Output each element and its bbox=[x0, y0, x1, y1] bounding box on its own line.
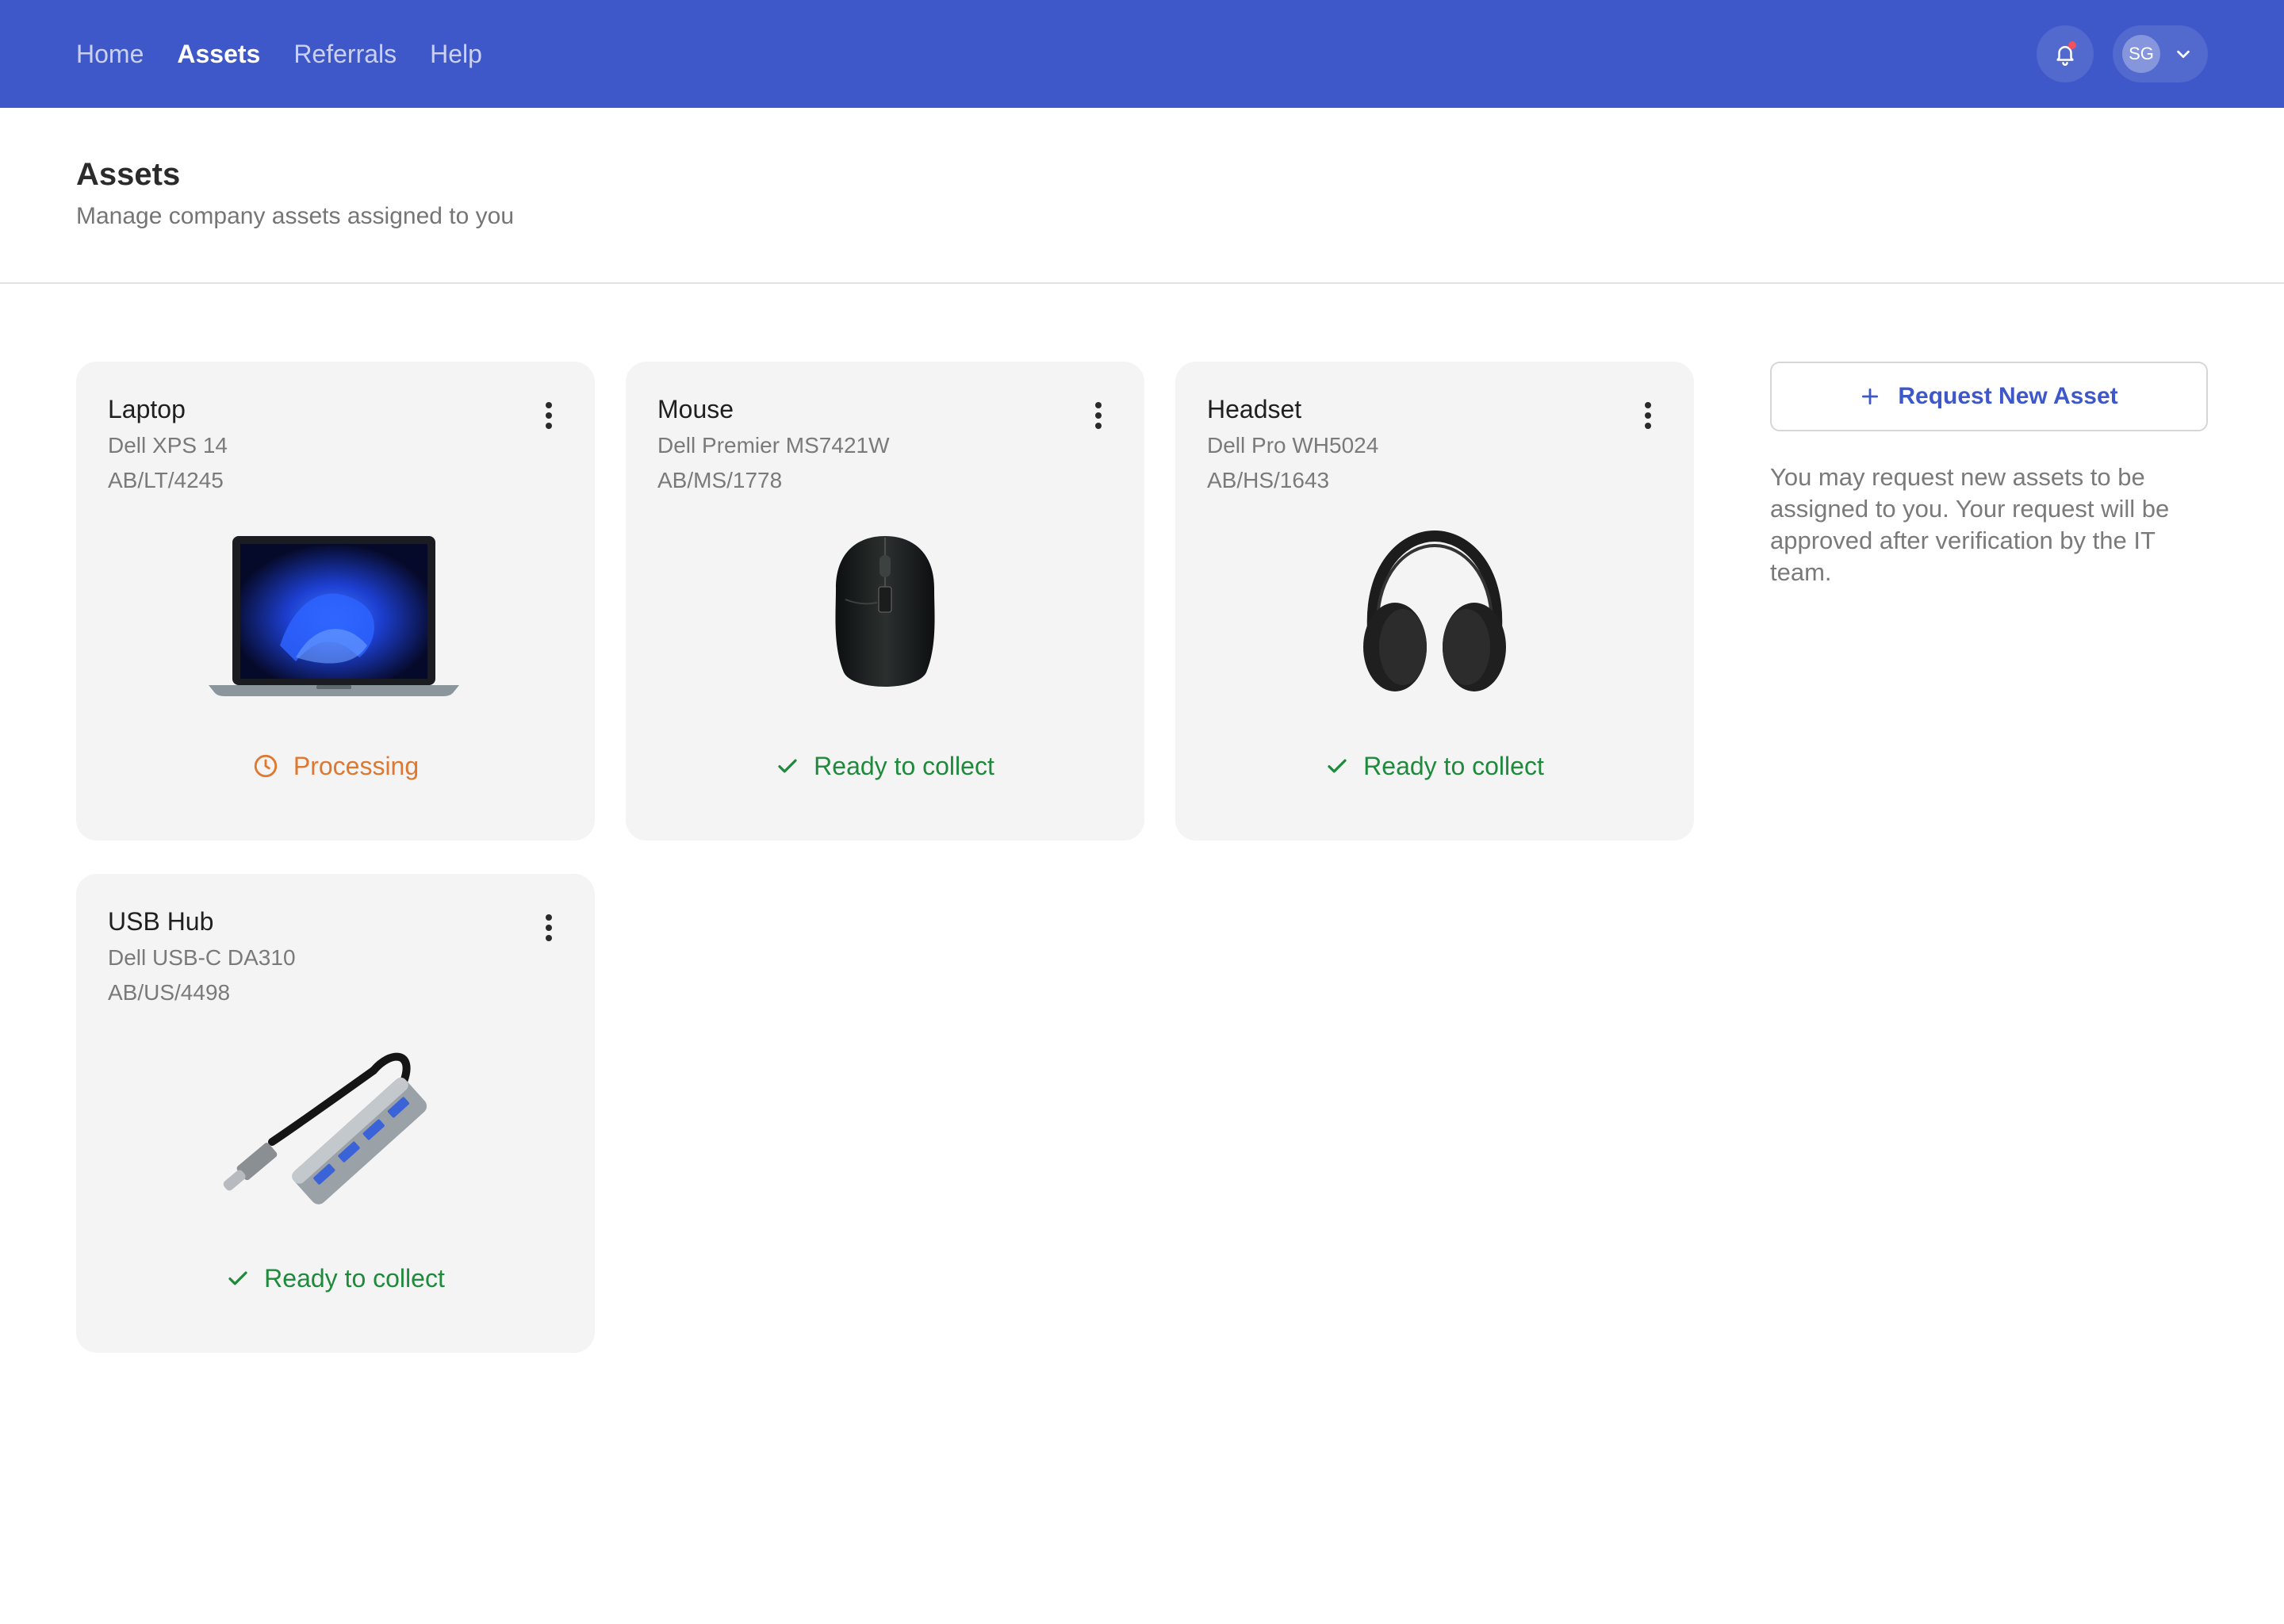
more-options-button[interactable] bbox=[535, 909, 563, 947]
headset-image bbox=[1363, 530, 1506, 691]
asset-name: Headset bbox=[1207, 395, 1302, 423]
nav-referrals[interactable]: Referrals bbox=[293, 40, 397, 69]
more-options-button[interactable] bbox=[535, 396, 563, 435]
asset-tag: AB/US/4498 bbox=[108, 980, 231, 1005]
more-options-button[interactable] bbox=[1634, 396, 1662, 435]
laptop-image bbox=[209, 536, 459, 696]
status-ready: Ready to collect bbox=[626, 747, 1144, 785]
chevron-down-icon bbox=[2177, 50, 2190, 59]
more-options-button[interactable] bbox=[1084, 396, 1113, 435]
asset-model: Dell USB-C DA310 bbox=[108, 945, 296, 970]
page-subtitle: Manage company assets assigned to you bbox=[76, 203, 514, 229]
usb-hub-image bbox=[223, 1052, 427, 1205]
clock-icon bbox=[254, 754, 278, 778]
top-navigation-bar: Home Assets Referrals Help SG bbox=[0, 0, 2284, 108]
nav-help[interactable]: Help bbox=[430, 40, 482, 69]
check-icon bbox=[778, 759, 797, 773]
asset-card-usb-hub[interactable]: USB Hub Dell USB-C DA310 AB/US/4498 Read… bbox=[76, 874, 595, 1353]
notification-badge bbox=[2068, 41, 2076, 49]
status-label: Ready to collect bbox=[1363, 751, 1544, 780]
nav-assets[interactable]: Assets bbox=[177, 40, 260, 69]
request-new-asset-button[interactable]: Request New Asset bbox=[1770, 362, 2208, 431]
request-help-text: You may request new assets to be assigne… bbox=[1770, 463, 2170, 586]
status-label: Processing bbox=[293, 751, 420, 780]
status-label: Ready to collect bbox=[814, 751, 994, 780]
plus-icon bbox=[1862, 388, 1879, 405]
asset-name: Mouse bbox=[657, 395, 734, 423]
status-ready: Ready to collect bbox=[76, 1259, 595, 1297]
asset-card-laptop[interactable]: Laptop Dell XPS 14 AB/LT/4245 Processing bbox=[76, 362, 595, 841]
mouse-image bbox=[835, 536, 935, 687]
status-ready: Ready to collect bbox=[1175, 747, 1694, 785]
status-label: Ready to collect bbox=[264, 1263, 445, 1293]
avatar: SG bbox=[2122, 35, 2160, 73]
notifications-button[interactable] bbox=[2037, 25, 2094, 82]
asset-name: USB Hub bbox=[108, 907, 214, 936]
status-processing: Processing bbox=[76, 747, 595, 785]
request-button-label: Request New Asset bbox=[1898, 383, 2118, 409]
asset-card-headset[interactable]: Headset Dell Pro WH5024 AB/HS/1643 Ready… bbox=[1175, 362, 1694, 841]
asset-name: Laptop bbox=[108, 395, 186, 423]
asset-tag: AB/LT/4245 bbox=[108, 468, 224, 492]
asset-model: Dell Pro WH5024 bbox=[1207, 433, 1379, 458]
asset-model: Dell Premier MS7421W bbox=[657, 433, 890, 458]
main-nav: Home Assets Referrals Help bbox=[76, 0, 482, 108]
nav-home[interactable]: Home bbox=[76, 40, 144, 69]
top-actions: SG bbox=[2037, 25, 2208, 82]
check-icon bbox=[1328, 759, 1347, 773]
asset-tag: AB/HS/1643 bbox=[1207, 468, 1330, 492]
asset-tag: AB/MS/1778 bbox=[657, 468, 783, 492]
user-menu-button[interactable]: SG bbox=[2113, 25, 2208, 82]
page-title: Assets bbox=[76, 157, 181, 192]
check-icon bbox=[228, 1271, 247, 1285]
asset-card-mouse[interactable]: Mouse Dell Premier MS7421W AB/MS/1778 Re… bbox=[626, 362, 1144, 841]
asset-model: Dell XPS 14 bbox=[108, 433, 228, 458]
page-header: Assets Manage company assets assigned to… bbox=[0, 108, 2284, 284]
